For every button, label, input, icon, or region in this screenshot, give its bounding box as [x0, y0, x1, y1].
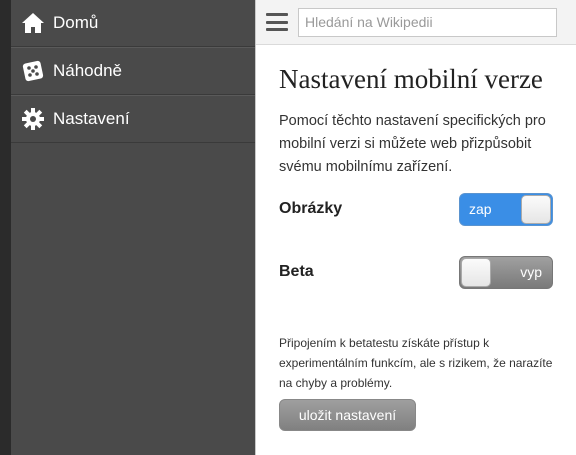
header	[256, 0, 576, 45]
images-setting-row: Obrázky zap	[279, 192, 553, 226]
images-toggle[interactable]: zap	[459, 192, 553, 226]
toggle-knob	[461, 257, 491, 287]
sidebar-item-random[interactable]: Náhodně	[11, 47, 255, 95]
search-input[interactable]	[298, 7, 557, 37]
gear-icon	[21, 107, 45, 131]
beta-note: Připojením k betatestu získáte přístup k…	[279, 336, 553, 390]
beta-toggle-state: vyp	[520, 263, 542, 280]
main-panel: Nastavení mobilní verze Pomocí těchto na…	[255, 0, 576, 455]
toggle-knob	[521, 194, 551, 224]
sidebar-item-label: Domů	[53, 13, 99, 32]
sidebar-item-home[interactable]: Domů	[11, 0, 255, 47]
sidebar-item-label: Nastavení	[53, 109, 130, 128]
home-icon	[21, 11, 45, 35]
sidebar-item-settings[interactable]: Nastavení	[11, 95, 255, 143]
beta-label: Beta	[279, 263, 314, 280]
sidebar-item-label: Náhodně	[53, 61, 123, 80]
dice-icon	[21, 59, 45, 83]
beta-toggle[interactable]: vyp	[459, 255, 553, 289]
settings-content: Nastavení mobilní verze Pomocí těchto na…	[256, 45, 576, 431]
beta-setting-row: Beta vyp	[279, 255, 553, 289]
page-title: Nastavení mobilní verze	[279, 64, 543, 94]
images-toggle-state: zap	[469, 200, 492, 217]
images-label: Obrázky	[279, 200, 343, 217]
sidebar: Domů Náhodně Nastavení	[11, 0, 255, 455]
settings-description: Pomocí těchto nastavení specifických pro…	[279, 113, 546, 175]
save-settings-button[interactable]: uložit nastavení	[279, 399, 416, 431]
left-edge-strip	[0, 0, 11, 455]
hamburger-menu-icon[interactable]	[266, 13, 288, 31]
